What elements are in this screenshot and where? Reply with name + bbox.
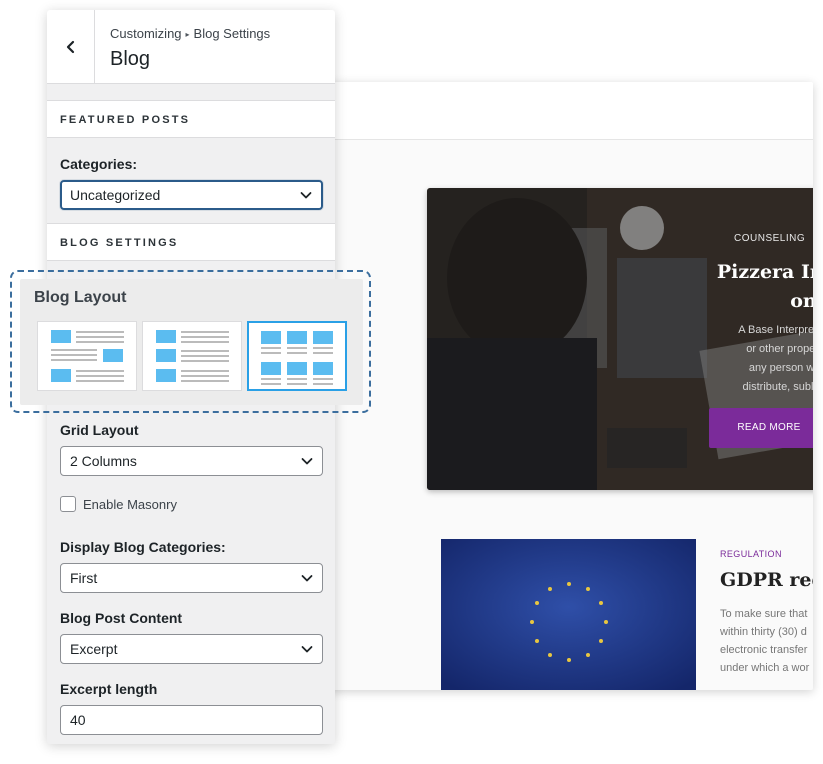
featured-posts-heading: FEATURED POSTS (47, 100, 335, 138)
layout-grid-icon (261, 331, 333, 385)
excerpt-length-label: Excerpt length (60, 681, 158, 697)
post-category[interactable]: COUNSELING (734, 233, 805, 244)
post-excerpt: A Base Interpreter provided that you dis… (738, 324, 813, 393)
chevron-down-icon (301, 646, 313, 653)
featured-post-card[interactable]: COUNSELING Pizzera Industries C on legal… (427, 188, 813, 490)
site-preview: COUNSELING Pizzera Industries C on legal… (318, 82, 813, 690)
layout-option-list[interactable] (142, 321, 242, 391)
layout-list-icon (156, 330, 229, 382)
blog-layout-label: Blog Layout (34, 289, 127, 306)
gdpr-post-image[interactable] (441, 539, 696, 690)
post-excerpt: To make sure that within thirty (30) d e… (720, 608, 810, 674)
blog-post-content-label: Blog Post Content (60, 610, 183, 626)
breadcrumb: Customizing ▸ Blog Settings (110, 26, 271, 41)
display-blog-categories-select[interactable]: First (60, 563, 323, 593)
post-title[interactable]: Pizzera Industries C on legal matt (612, 258, 813, 316)
panel-title: Blog (110, 48, 151, 70)
enable-masonry-label[interactable]: Enable Masonry (83, 497, 177, 512)
chevron-down-icon (301, 575, 313, 582)
enable-masonry-checkbox[interactable] (60, 496, 76, 512)
display-blog-categories-label: Display Blog Categories: (60, 539, 226, 555)
read-more-button[interactable]: READ MORE (709, 408, 813, 448)
categories-label: Categories: (60, 156, 138, 172)
layout-option-grid[interactable] (247, 321, 347, 391)
grid-layout-label: Grid Layout (60, 422, 139, 438)
chevron-down-icon (300, 192, 312, 199)
preview-header (318, 82, 813, 140)
categories-select[interactable]: Uncategorized (60, 180, 323, 210)
blog-settings-heading: BLOG SETTINGS (47, 223, 335, 261)
chevron-down-icon (301, 458, 313, 465)
grid-layout-select[interactable]: 2 Columns (60, 446, 323, 476)
blog-post-content-select[interactable]: Excerpt (60, 634, 323, 664)
back-button[interactable] (47, 10, 95, 84)
panel-header: Customizing ▸ Blog Settings Blog (47, 10, 335, 84)
excerpt-length-input[interactable]: 40 (60, 705, 323, 735)
eu-flag-image (441, 539, 696, 690)
layout-alternating-icon (51, 330, 124, 382)
triangle-right-icon: ▸ (185, 30, 190, 39)
post-category[interactable]: REGULATION (720, 549, 782, 559)
post-title[interactable]: GDPR reg (720, 569, 813, 591)
chevron-left-icon (66, 40, 74, 54)
layout-option-alternating[interactable] (37, 321, 137, 391)
